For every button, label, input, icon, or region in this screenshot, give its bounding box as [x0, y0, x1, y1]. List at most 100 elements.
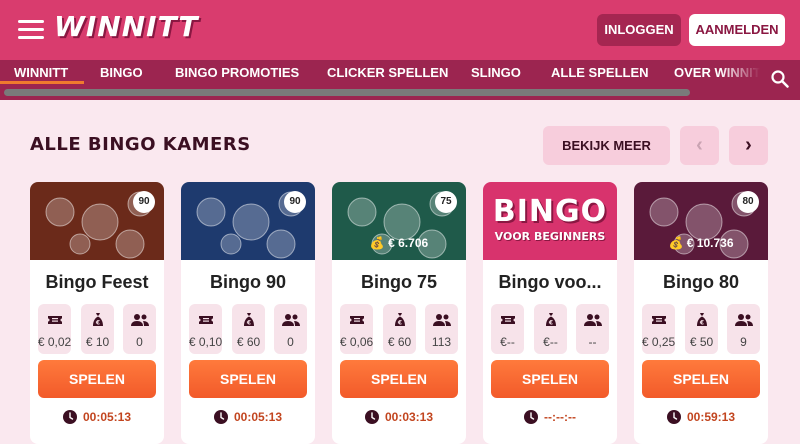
money-bag-icon: € [694, 313, 710, 332]
users-icon [583, 314, 602, 332]
timer-value: 00:05:13 [233, 410, 283, 424]
nav-fade [720, 60, 760, 86]
ticket-price-stat: € 0,25 [642, 304, 675, 354]
ticket-icon [349, 315, 365, 332]
svg-text:€: € [245, 320, 250, 327]
room-image: BINGO VOOR BEGINNERS [483, 182, 617, 260]
ticket-price: € 0,25 [641, 335, 676, 349]
play-button[interactable]: SPELEN [340, 360, 458, 398]
player-count: -- [588, 335, 597, 349]
winnitt-logo[interactable]: WINNITT [54, 10, 198, 43]
users-icon [130, 314, 149, 332]
players-stat: 0 [123, 304, 156, 354]
room-name: Bingo 80 [662, 272, 739, 292]
timer-value: 00:59:13 [686, 410, 736, 424]
ticket-price: €-- [500, 335, 515, 349]
nav-item-winnitt[interactable]: WINNITT [14, 65, 68, 80]
svg-text:€: € [547, 320, 552, 327]
nav-item-bingo-promoties[interactable]: BINGO PROMOTIES [175, 65, 299, 80]
prize-value: € 60 [387, 335, 412, 349]
category-nav: WINNITT BINGO BINGO PROMOTIES CLICKER SP… [0, 60, 800, 100]
clock-icon [364, 410, 385, 424]
bingo-room-card[interactable]: 90 Bingo 90 € 0,10 € € 60 0 SPELEN 00:05:… [181, 182, 315, 444]
prize-value: €-- [543, 335, 558, 349]
search-button[interactable] [760, 60, 800, 100]
timer-value: 00:05:13 [82, 410, 132, 424]
countdown-timer: 00:05:13 [30, 410, 164, 424]
ticket-icon [651, 315, 667, 332]
ticket-price-stat: € 0,02 [38, 304, 71, 354]
nav-item-alle-spellen[interactable]: ALLE SPELLEN [551, 65, 649, 80]
chevron-left-icon[interactable]: ‹ [680, 126, 719, 165]
ticket-icon [500, 315, 516, 332]
play-button[interactable]: SPELEN [38, 360, 156, 398]
jackpot-value: € 10.736 [686, 236, 734, 250]
ticket-price: € 0,06 [339, 335, 374, 349]
users-icon [734, 314, 753, 332]
play-button[interactable]: SPELEN [491, 360, 609, 398]
play-button[interactable]: SPELEN [642, 360, 760, 398]
register-button[interactable]: AANMELDEN [689, 14, 785, 46]
clock-icon [213, 410, 234, 424]
prize-value: € 50 [689, 335, 714, 349]
players-stat: 9 [727, 304, 760, 354]
bingo-room-card[interactable]: 90 Bingo Feest € 0,02 € € 10 0 SPELEN 00:… [30, 182, 164, 444]
ticket-icon [47, 315, 63, 332]
room-name: Bingo 75 [360, 272, 437, 292]
player-count: 113 [431, 335, 452, 349]
money-bag-icon: € [90, 313, 106, 332]
clock-icon [62, 410, 83, 424]
player-count: 0 [136, 335, 143, 349]
ticket-price-stat: €-- [491, 304, 524, 354]
prize-value: € 60 [236, 335, 261, 349]
active-tab-indicator [0, 81, 84, 84]
ticket-icon [198, 315, 214, 332]
login-button[interactable]: INLOGGEN [597, 14, 681, 46]
search-icon [771, 70, 789, 88]
view-more-button[interactable]: BEKIJK MEER [543, 126, 670, 165]
nav-scrollbar[interactable] [4, 89, 690, 96]
countdown-timer: 00:59:13 [634, 410, 768, 424]
prize-stat: € € 50 [685, 304, 718, 354]
top-header: WINNITT INLOGGEN AANMELDEN [0, 0, 800, 60]
player-count: 9 [740, 335, 747, 349]
hamburger-icon[interactable] [18, 20, 44, 40]
section-title: ALLE BINGO KAMERS [30, 134, 251, 155]
clock-icon [524, 410, 544, 424]
bingo-room-card[interactable]: 75 💰 € 6.706 Bingo 75 € 0,06 € € 60 113 S… [332, 182, 466, 444]
prize-stat: € € 60 [383, 304, 416, 354]
room-name: Bingo 90 [209, 272, 286, 292]
room-name: Bingo Feest [45, 272, 149, 292]
money-bag-icon: 💰 [369, 236, 385, 250]
ball-count-badge: 90 [284, 191, 306, 213]
bingo-room-card[interactable]: BINGO VOOR BEGINNERS Bingo voo... €-- € €… [483, 182, 617, 444]
countdown-timer: 00:05:13 [181, 410, 315, 424]
players-stat: 0 [274, 304, 307, 354]
ticket-price-stat: € 0,06 [340, 304, 373, 354]
prize-stat: € €-- [534, 304, 567, 354]
users-icon [432, 314, 451, 332]
nav-item-clicker-spellen[interactable]: CLICKER SPELLEN [327, 65, 448, 80]
timer-value: --:--:-- [544, 410, 576, 424]
money-bag-icon: € [543, 313, 559, 332]
players-stat: -- [576, 304, 609, 354]
money-bag-icon: € [392, 313, 408, 332]
banner-subtitle: VOOR BEGINNERS [494, 230, 606, 243]
ticket-price-stat: € 0,10 [189, 304, 222, 354]
svg-text:€: € [698, 320, 703, 327]
banner-title: BINGO [492, 194, 608, 229]
timer-value: 00:03:13 [384, 410, 434, 424]
chevron-right-icon[interactable]: › [729, 126, 768, 165]
play-button[interactable]: SPELEN [189, 360, 307, 398]
nav-item-bingo[interactable]: BINGO [100, 65, 143, 80]
nav-item-slingo[interactable]: SLINGO [471, 65, 521, 80]
ball-count-badge: 90 [133, 191, 155, 213]
svg-text:€: € [396, 320, 401, 327]
money-bag-icon: 💰 [668, 236, 684, 250]
bingo-room-card[interactable]: 80 💰 € 10.736 Bingo 80 € 0,25 € € 50 9 SP… [634, 182, 768, 444]
money-bag-icon: € [241, 313, 257, 332]
clock-icon [666, 410, 687, 424]
ticket-price: € 0,10 [188, 335, 223, 349]
prize-stat: € € 60 [232, 304, 265, 354]
jackpot-amount: 💰 € 10.736 [634, 236, 768, 250]
